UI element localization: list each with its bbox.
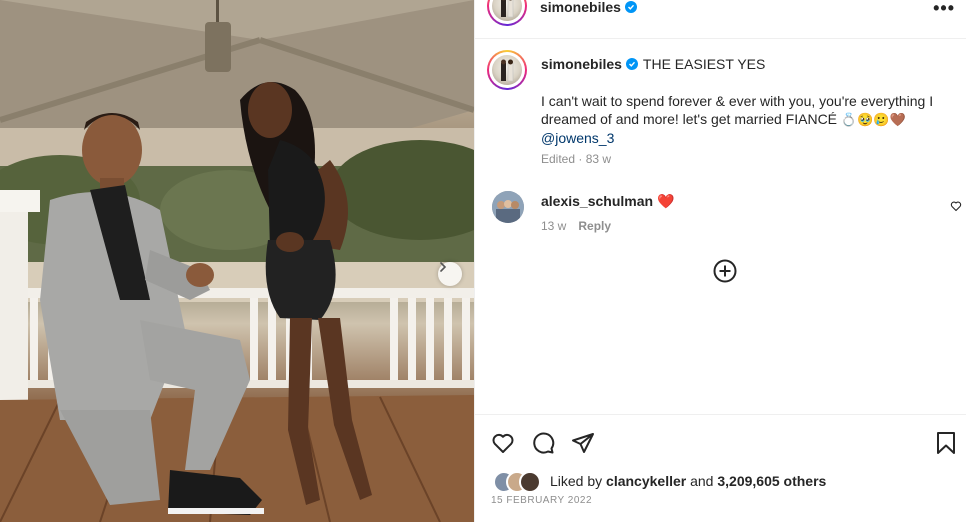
share-icon (572, 433, 594, 453)
post-date: 15 FEBRUARY 2022 (491, 495, 593, 506)
likes-prefix: Liked by (550, 473, 603, 489)
author-username-link[interactable]: simonebiles (540, 0, 637, 15)
verified-badge-icon (625, 58, 638, 70)
author-username: simonebiles (540, 0, 621, 15)
comment-meta: 13 w Reply (541, 219, 611, 233)
caption-author-avatar[interactable] (487, 50, 527, 90)
liker-avatar (519, 471, 541, 493)
likes-count[interactable]: 3,209,605 others (717, 473, 826, 489)
likes-joiner: and (690, 473, 714, 489)
likes-text[interactable]: Liked by clancykeller and 3,209,605 othe… (550, 473, 826, 489)
next-arrow-icon (440, 262, 447, 272)
caption-username[interactable]: simonebiles (541, 56, 622, 72)
reply-button[interactable]: Reply (578, 219, 611, 233)
caption-header: simonebiles THE EASIEST YES (541, 56, 765, 72)
caption-edited-time: Edited · 83 w (541, 152, 612, 166)
commenter-avatar[interactable] (492, 191, 524, 223)
caption-emojis: 💍🥹🥲🤎 (840, 112, 906, 127)
post-header: simonebiles ••• (475, 0, 966, 39)
post-photo (0, 0, 474, 522)
author-avatar[interactable] (487, 0, 527, 26)
caption-mention-link[interactable]: @jowens_3 (541, 130, 614, 146)
save-icon (937, 432, 955, 454)
heart-icon (492, 433, 514, 453)
caption-title: THE EASIEST YES (642, 56, 766, 72)
comment-item: alexis_schulman ❤️ 13 w Reply (487, 190, 962, 234)
heart-icon (950, 201, 962, 212)
load-more-comments-button[interactable] (713, 259, 737, 288)
photo-illustration (0, 0, 474, 522)
comment-like-button[interactable] (950, 199, 962, 217)
like-button[interactable] (491, 431, 515, 460)
verified-badge-icon (624, 1, 637, 13)
comment-header: alexis_schulman ❤️ (541, 193, 675, 210)
comment-icon (533, 432, 555, 454)
more-options-button[interactable]: ••• (933, 0, 955, 19)
add-circle-icon (713, 259, 737, 283)
more-icon: ••• (933, 0, 955, 18)
comment-text: ❤️ (657, 193, 675, 209)
comment-button[interactable] (531, 431, 555, 460)
caption-text: I can't wait to spend forever & ever wit… (541, 92, 951, 147)
comment-age: 13 w (541, 219, 567, 233)
save-button[interactable] (935, 431, 957, 460)
liker-username[interactable]: clancykeller (606, 473, 686, 489)
post-details-panel: simonebiles ••• simonebiles THE EASIEST Y… (474, 0, 966, 522)
share-button[interactable] (571, 431, 595, 460)
next-photo-button[interactable] (438, 262, 462, 286)
commenter-username[interactable]: alexis_schulman (541, 193, 653, 209)
post-actions: Liked by clancykeller and 3,209,605 othe… (475, 414, 966, 523)
